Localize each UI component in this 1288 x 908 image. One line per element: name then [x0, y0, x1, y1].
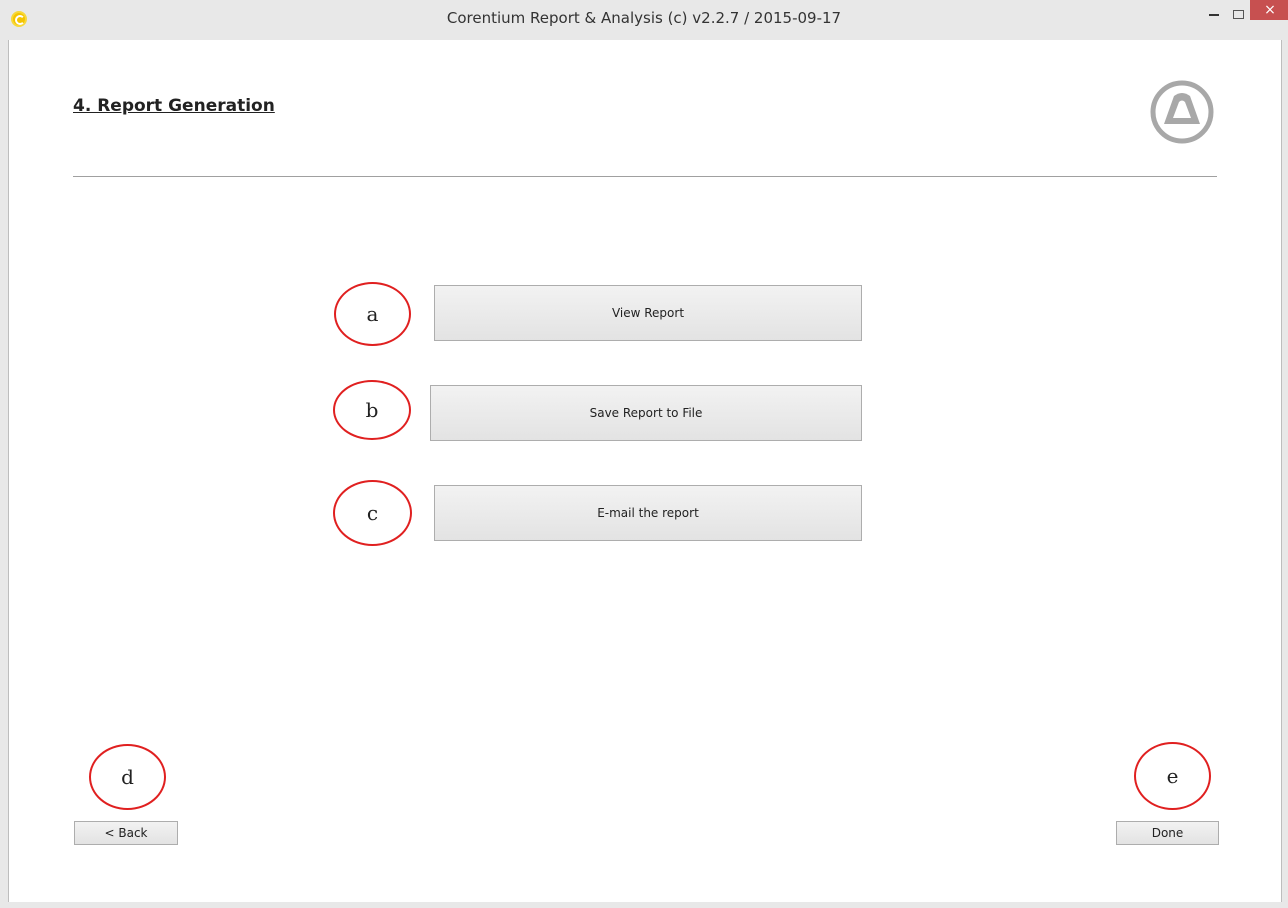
- window-title: Corentium Report & Analysis (c) v2.2.7 /…: [446, 9, 842, 27]
- header-divider: [73, 176, 1217, 177]
- window-frame-right: [1282, 40, 1288, 908]
- close-button[interactable]: ×: [1250, 0, 1288, 20]
- close-icon: ×: [1264, 2, 1276, 18]
- annotation-marker-d: d: [89, 744, 166, 810]
- back-button[interactable]: < Back: [74, 821, 178, 845]
- app-window: Corentium Report & Analysis (c) v2.2.7 /…: [0, 0, 1288, 908]
- title-bar[interactable]: Corentium Report & Analysis (c) v2.2.7 /…: [0, 0, 1288, 40]
- window-frame-bottom: [0, 902, 1288, 908]
- view-report-button[interactable]: View Report: [434, 285, 862, 341]
- done-button[interactable]: Done: [1116, 821, 1219, 845]
- minimize-button[interactable]: [1200, 0, 1228, 28]
- annotation-marker-a: a: [334, 282, 411, 346]
- page-title: 4. Report Generation: [73, 96, 275, 116]
- annotation-marker-c: c: [333, 480, 412, 546]
- annotation-marker-e: e: [1134, 742, 1211, 810]
- window-frame-left: [0, 40, 8, 908]
- maximize-button[interactable]: [1228, 0, 1248, 28]
- annotation-marker-b: b: [333, 380, 411, 440]
- client-area: [8, 40, 1282, 902]
- email-report-button[interactable]: E-mail the report: [434, 485, 862, 541]
- save-report-button[interactable]: Save Report to File: [430, 385, 862, 441]
- corentium-logo-icon: [1150, 80, 1214, 144]
